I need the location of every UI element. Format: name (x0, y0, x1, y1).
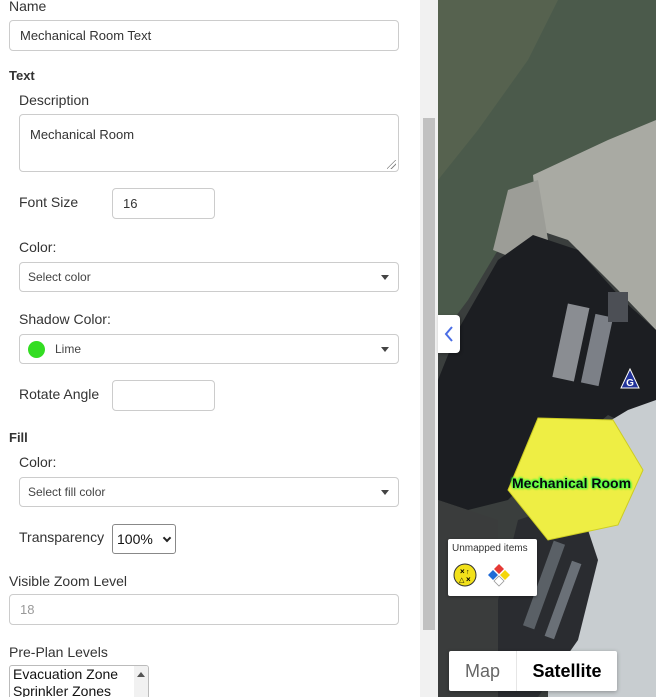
description-label: Description (19, 92, 90, 108)
resize-handle-icon[interactable] (387, 160, 396, 169)
name-input[interactable]: Mechanical Room Text (9, 20, 399, 51)
fill-color-value: Select fill color (28, 485, 106, 499)
font-size-label: Font Size (19, 194, 79, 210)
collapse-panel-button[interactable] (438, 315, 460, 353)
panel-scrollbar[interactable] (420, 0, 438, 697)
shadow-color-label: Shadow Color: (19, 311, 111, 327)
evacuation-zone-icon[interactable]: × ↑ △ × (453, 563, 477, 587)
fill-color-label: Color: (19, 454, 57, 470)
transparency-label: Transparency (19, 529, 105, 545)
preplan-option[interactable]: Evacuation Zone (10, 666, 148, 683)
zoom-level-input[interactable]: 18 (9, 594, 399, 625)
preplan-option[interactable]: Sprinkler Zones (10, 683, 148, 697)
shadow-color-select[interactable]: Lime (19, 334, 399, 364)
g-marker-icon[interactable]: G (620, 368, 640, 390)
caret-down-icon (381, 490, 389, 495)
edit-panel: Name Mechanical Room Text Text Descripti… (0, 0, 420, 697)
fill-section-heading: Fill (9, 430, 28, 445)
listbox-scrollbar[interactable] (134, 666, 148, 697)
hazmat-diamond-icon[interactable] (487, 563, 511, 587)
transparency-select[interactable]: 100% (112, 524, 176, 554)
description-textarea[interactable]: Mechanical Room (19, 114, 399, 172)
scroll-up-icon[interactable] (137, 672, 145, 677)
map-type-map-button[interactable]: Map (449, 651, 517, 691)
text-color-label: Color: (19, 239, 57, 255)
rotate-angle-label: Rotate Angle (19, 386, 100, 402)
unmapped-items-title: Unmapped items (452, 543, 528, 554)
description-text: Mechanical Room (30, 127, 135, 142)
caret-down-icon (381, 275, 389, 280)
text-section-heading: Text (9, 68, 35, 83)
unmapped-items-box: Unmapped items × ↑ △ × (448, 539, 537, 596)
name-label: Name (9, 0, 47, 14)
chevron-left-icon (444, 326, 453, 342)
panel-scrollbar-thumb[interactable] (423, 118, 435, 630)
svg-text:G: G (626, 378, 634, 389)
color-swatch-icon (28, 340, 45, 358)
text-color-select[interactable]: Select color (19, 262, 399, 292)
chevron-down-icon (162, 533, 172, 543)
svg-text:×: × (460, 567, 465, 576)
rotate-angle-input[interactable] (112, 380, 215, 411)
zoom-level-label: Visible Zoom Level (9, 573, 128, 589)
svg-text:△: △ (459, 577, 465, 584)
preplan-levels-listbox[interactable]: Evacuation Zone Sprinkler Zones (9, 665, 149, 697)
caret-down-icon (381, 347, 389, 352)
map-text-label[interactable]: Mechanical Room (512, 475, 631, 491)
fill-color-select[interactable]: Select fill color (19, 477, 399, 507)
map-type-control: Map Satellite (449, 651, 617, 691)
preplan-levels-label: Pre-Plan Levels (9, 644, 108, 660)
svg-text:×: × (466, 575, 471, 584)
shadow-color-value: Lime (55, 342, 82, 356)
transparency-value: 100% (117, 531, 153, 547)
text-color-value: Select color (28, 270, 91, 284)
font-size-input[interactable]: 16 (112, 188, 215, 219)
map-type-satellite-button[interactable]: Satellite (517, 651, 617, 691)
